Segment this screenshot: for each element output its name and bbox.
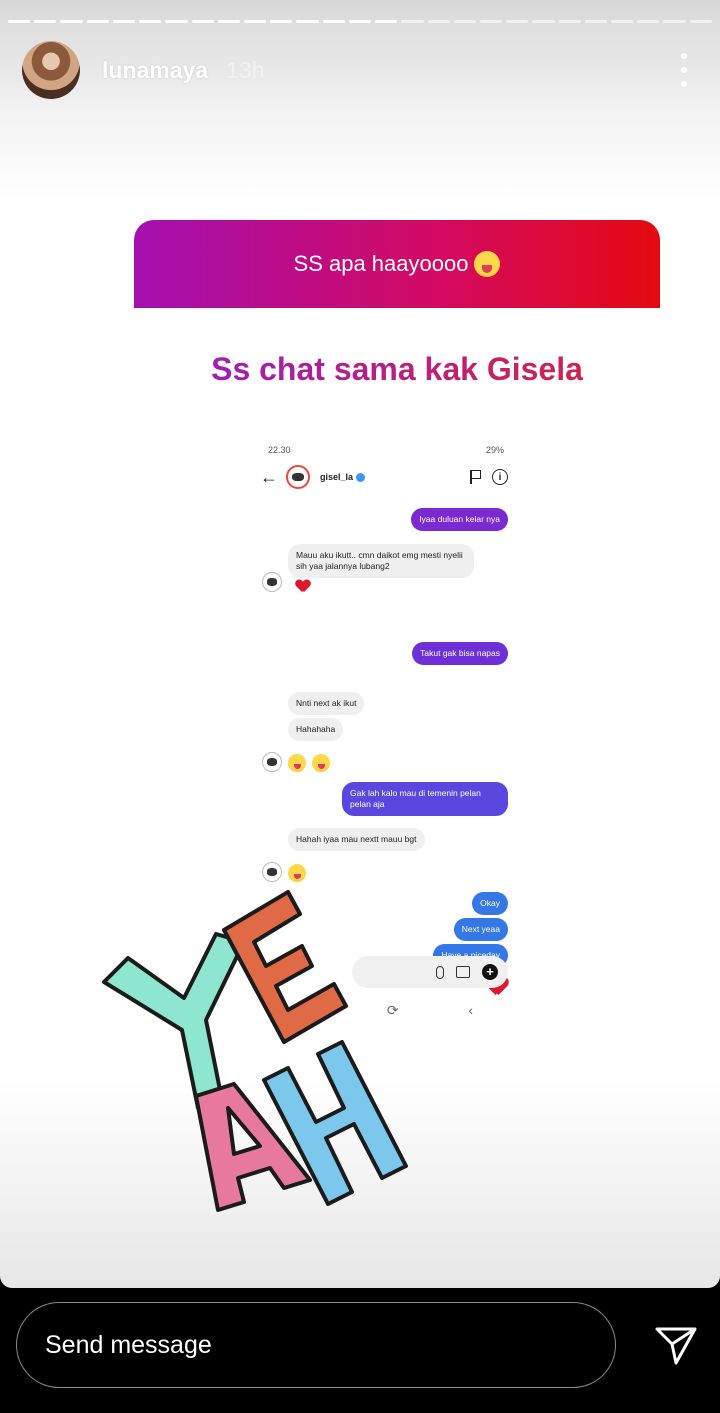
message-row: Iyaa duluan kelar nya: [411, 508, 508, 531]
message-bubble-out: Iyaa duluan kelar nya: [411, 508, 508, 531]
yum-face-emoji-icon: [288, 754, 306, 772]
message-row: Nnti next ak ikut: [288, 692, 365, 715]
plus-icon: +: [482, 964, 498, 980]
message-row: Gak lah kalo mau di temenin pelan pelan …: [342, 782, 508, 816]
answer-text: Ss chat sama kak Gisela: [211, 350, 583, 387]
story-progress-segment: [86, 20, 109, 23]
message-row: Mauu aku ikutt.. cmn daikot emg mesti ny…: [262, 544, 474, 592]
username[interactable]: lunamaya: [102, 57, 208, 84]
yum-face-emoji-icon: [312, 754, 330, 772]
answer-area: Ss chat sama kak Gisela: [134, 308, 660, 430]
phone-status-bar: 22.30 29%: [252, 438, 516, 462]
back-arrow-icon: ←: [260, 466, 278, 487]
chat-username: gisel_la: [320, 472, 366, 482]
story-progress-segment: [479, 20, 503, 23]
story-progress-segment: [348, 20, 372, 23]
send-message-input[interactable]: Send message: [16, 1302, 616, 1388]
more-options-icon[interactable]: [678, 53, 690, 87]
story-progress-segment: [663, 20, 686, 23]
message-row: Takut gak bisa napas: [412, 642, 508, 665]
story-progress-segment: [375, 20, 398, 23]
question-sticker[interactable]: SS apa haayoooo Ss chat sama kak Gisela: [134, 220, 660, 430]
story-progress-segment: [165, 20, 188, 23]
story-progress-bar: [8, 20, 712, 23]
back-nav-icon: ‹: [468, 1002, 474, 1018]
send-message-placeholder: Send message: [45, 1330, 212, 1359]
message-bubble-in: Hahah iyaa mau nextt mauu bgt: [288, 828, 425, 851]
story-progress-segment: [112, 20, 136, 23]
story-progress-segment: [217, 20, 240, 23]
info-icon: i: [492, 469, 508, 485]
story-progress-segment: [60, 20, 83, 23]
sender-avatar: [262, 752, 282, 772]
time-ago: 13h: [226, 56, 265, 83]
message-bubble-out: Gak lah kalo mau di temenin pelan pelan …: [342, 782, 508, 816]
sticker-letter-y: [102, 932, 246, 1110]
message-bubble-in: Hahahaha: [288, 718, 344, 741]
zany-face-emoji-icon: [474, 251, 501, 277]
story-progress-segment: [532, 20, 555, 23]
message-row: Hahah iyaa mau nextt mauu bgt: [288, 828, 425, 851]
send-icon[interactable]: [654, 1326, 698, 1366]
story-progress-segment: [584, 20, 608, 23]
message-bubble-out: Okay: [472, 892, 508, 915]
question-text: SS apa haayoooo: [293, 251, 469, 276]
story-progress-segment: [558, 20, 581, 23]
heart-reaction-icon: [296, 580, 310, 592]
gallery-icon: [456, 966, 470, 978]
avatar[interactable]: [22, 41, 80, 99]
story-progress-segment: [322, 20, 345, 23]
story-progress-segment: [453, 20, 476, 23]
message-row: Next yeaa: [453, 918, 508, 941]
question-header: SS apa haayoooo: [134, 220, 660, 308]
status-time: 22.30: [268, 445, 291, 455]
story-header: lunamaya 13h: [22, 40, 690, 100]
story-progress-segment: [8, 20, 31, 23]
status-battery: 29%: [485, 445, 504, 455]
sender-avatar: [262, 572, 282, 592]
message-bubble-out: Next yeaa: [453, 918, 508, 941]
story-progress-segment: [689, 20, 712, 23]
flag-icon: [468, 469, 482, 485]
story-progress-segment: [611, 20, 634, 23]
story-progress-segment: [34, 20, 57, 23]
story-progress-segment: [506, 20, 529, 23]
message-row: Hahahaha: [288, 718, 344, 741]
verified-badge-icon: [356, 472, 366, 482]
message-row: [262, 752, 330, 772]
message-row: Okay: [472, 892, 508, 915]
story-progress-segment: [296, 20, 319, 23]
yeah-sticker: [102, 890, 408, 1212]
story-progress-segment: [243, 20, 267, 23]
message-bubble-in: Mauu aku ikutt.. cmn daikot emg mesti ny…: [288, 544, 474, 578]
sticker-letter-e: [222, 890, 348, 1044]
story-progress-segment: [270, 20, 293, 23]
chat-header: ← gisel_la i: [252, 462, 516, 492]
story-progress-segment: [401, 20, 424, 23]
story-progress-segment: [191, 20, 214, 23]
message-bubble-in: Nnti next ak ikut: [288, 692, 365, 715]
story-progress-segment: [637, 20, 660, 23]
story-progress-segment: [427, 20, 450, 23]
chat-avatar: [286, 465, 310, 489]
story-progress-segment: [139, 20, 162, 23]
message-bubble-out: Takut gak bisa napas: [412, 642, 508, 665]
story-card[interactable]: lunamaya 13h SS apa haayoooo Ss chat sam…: [0, 0, 720, 1288]
